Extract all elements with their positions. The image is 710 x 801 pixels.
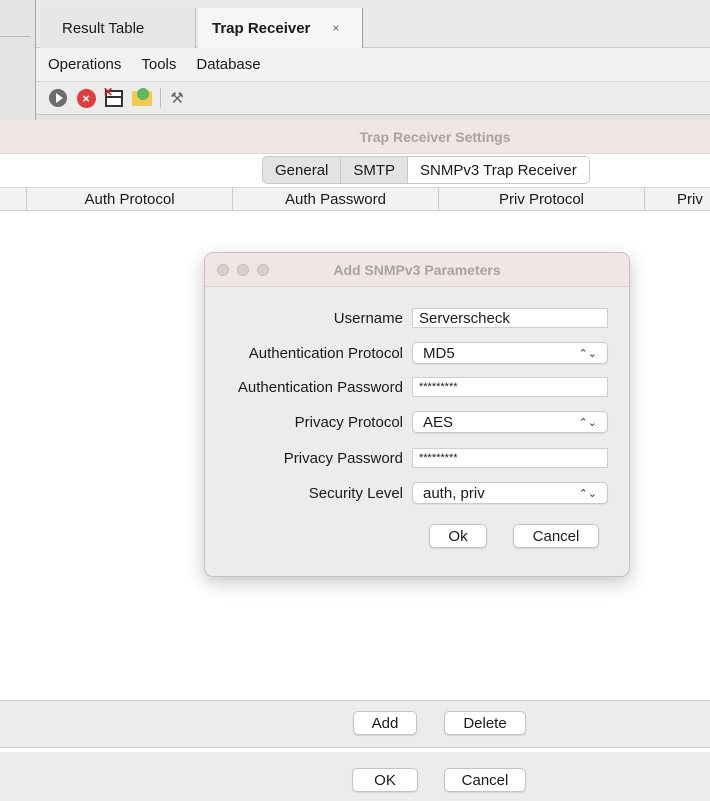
tab-general[interactable]: General <box>263 157 342 183</box>
priv-password-field[interactable]: ********* <box>412 448 608 468</box>
settings-ok-button[interactable]: OK <box>352 768 418 792</box>
settings-tab-selector: General SMTP SNMPv3 Trap Receiver <box>262 156 590 184</box>
table-icon <box>103 85 123 107</box>
tab-result-table[interactable]: Result Table <box>40 8 196 48</box>
security-level-value: auth, priv <box>423 484 485 502</box>
tab-snmpv3-trap-receiver[interactable]: SNMPv3 Trap Receiver <box>408 157 589 183</box>
tab-trap-receiver-label: Trap Receiver <box>212 19 311 37</box>
close-tab-icon[interactable]: × <box>332 21 339 35</box>
tab-trap-receiver[interactable]: Trap Receiver × <box>198 8 363 48</box>
table-actions-bar: Add Delete <box>0 700 710 748</box>
stop-button[interactable]: × <box>74 87 98 109</box>
delete-button[interactable]: Delete <box>444 711 526 735</box>
priv-password-label: Privacy Password <box>283 449 403 467</box>
auth-password-label: Authentication Password <box>237 378 403 396</box>
open-folder-button[interactable] <box>130 87 154 109</box>
settings-window-title: Trap Receiver Settings <box>0 120 710 154</box>
menu-bar: Operations Tools Database <box>36 48 710 82</box>
dialog-titlebar: Add SNMPv3 Parameters <box>205 253 629 287</box>
security-level-label: Security Level <box>308 484 403 502</box>
add-button[interactable]: Add <box>353 711 417 735</box>
dialog-title: Add SNMPv3 Parameters <box>333 262 501 278</box>
table-column-header: Auth Protocol Auth Password Priv Protoco… <box>0 187 710 211</box>
priv-protocol-value: AES <box>423 413 454 431</box>
document-tab-strip: Result Table Trap Receiver × <box>0 0 710 48</box>
settings-button[interactable]: ⚒ <box>165 87 189 109</box>
menu-database[interactable]: Database <box>196 56 260 73</box>
left-gutter-lower <box>0 48 36 120</box>
priv-protocol-label: Privacy Protocol <box>294 413 403 431</box>
column-priv-password[interactable]: Priv <box>644 188 710 210</box>
settings-actions-bar: OK Cancel <box>0 752 710 801</box>
start-button[interactable] <box>46 87 70 109</box>
priv-protocol-select[interactable]: AES ⌃⌄ <box>412 411 608 433</box>
username-field[interactable]: Serverscheck <box>412 308 608 328</box>
clear-table-button[interactable] <box>102 85 126 109</box>
add-snmpv3-dialog: Add SNMPv3 Parameters Username Serversch… <box>204 252 630 577</box>
left-gutter <box>0 0 36 48</box>
stop-icon: × <box>76 88 96 108</box>
column-priv-protocol[interactable]: Priv Protocol <box>438 188 644 210</box>
auth-protocol-select[interactable]: MD5 ⌃⌄ <box>412 342 608 364</box>
tools-icon: ⚒ <box>170 90 184 107</box>
chevron-updown-icon: ⌃⌄ <box>578 487 597 500</box>
toolbar-separator <box>160 88 161 108</box>
dialog-cancel-button[interactable]: Cancel <box>513 524 599 548</box>
menu-tools[interactable]: Tools <box>141 56 176 73</box>
tab-result-table-label: Result Table <box>62 19 145 37</box>
security-level-select[interactable]: auth, priv ⌃⌄ <box>412 482 608 504</box>
auth-protocol-value: MD5 <box>423 344 455 362</box>
folder-icon <box>132 87 152 106</box>
toolbar: × ⚒ <box>36 82 710 114</box>
chevron-updown-icon: ⌃⌄ <box>578 416 597 429</box>
play-icon <box>49 89 67 107</box>
menu-operations[interactable]: Operations <box>48 56 121 73</box>
auth-protocol-label: Authentication Protocol <box>248 344 403 362</box>
chevron-updown-icon: ⌃⌄ <box>578 347 597 360</box>
dialog-ok-button[interactable]: Ok <box>429 524 487 548</box>
auth-password-field[interactable]: ********* <box>412 377 608 397</box>
username-label: Username <box>333 309 403 327</box>
settings-cancel-button[interactable]: Cancel <box>444 768 526 792</box>
column-auth-protocol[interactable]: Auth Protocol <box>26 188 232 210</box>
tab-smtp[interactable]: SMTP <box>341 157 409 183</box>
column-auth-password[interactable]: Auth Password <box>232 188 438 210</box>
